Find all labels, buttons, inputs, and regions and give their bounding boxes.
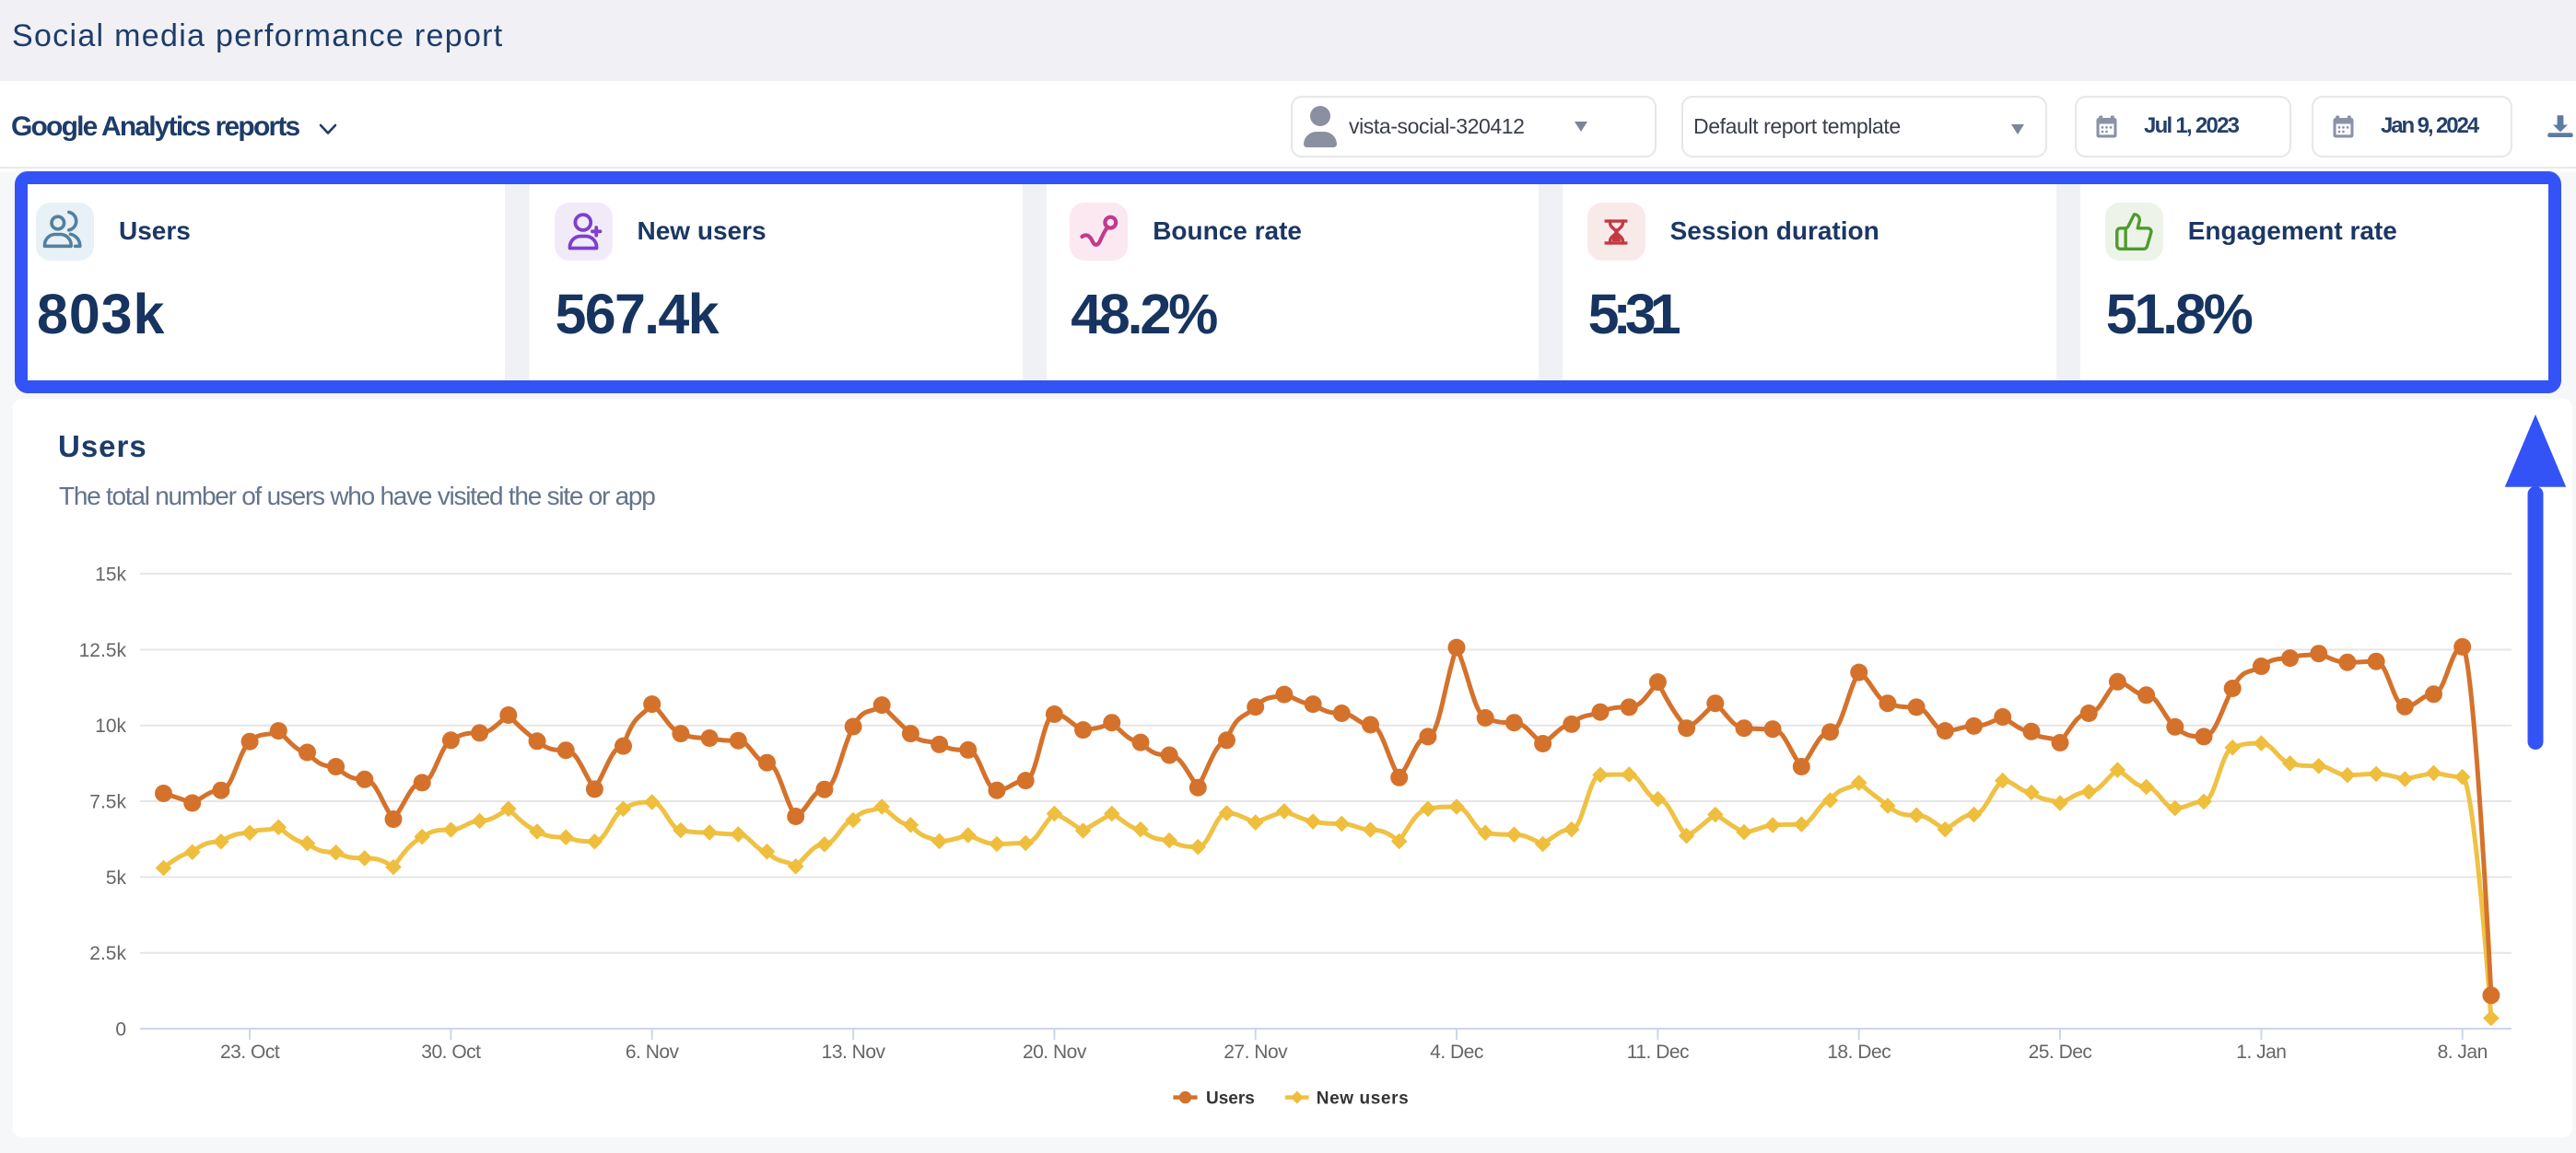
svg-text:27. Nov: 27. Nov bbox=[1224, 1042, 1288, 1063]
svg-text:20. Nov: 20. Nov bbox=[1023, 1042, 1087, 1063]
svg-text:1. Jan: 1. Jan bbox=[2236, 1042, 2286, 1063]
svg-text:23. Oct: 23. Oct bbox=[220, 1042, 280, 1063]
svg-text:12.5k: 12.5k bbox=[79, 640, 127, 661]
svg-text:10k: 10k bbox=[95, 716, 126, 737]
svg-text:13. Nov: 13. Nov bbox=[822, 1042, 886, 1063]
svg-text:18. Dec: 18. Dec bbox=[1827, 1042, 1891, 1063]
svg-text:7.5k: 7.5k bbox=[89, 792, 126, 813]
svg-text:Users: Users bbox=[1206, 1089, 1255, 1109]
svg-text:30. Oct: 30. Oct bbox=[421, 1042, 481, 1063]
svg-text:2.5k: 2.5k bbox=[89, 943, 126, 964]
svg-text:8. Jan: 8. Jan bbox=[2438, 1042, 2488, 1063]
svg-text:15k: 15k bbox=[95, 565, 126, 586]
svg-text:0: 0 bbox=[115, 1019, 126, 1041]
svg-text:5k: 5k bbox=[106, 868, 127, 889]
svg-text:6. Nov: 6. Nov bbox=[626, 1042, 680, 1063]
svg-text:11. Dec: 11. Dec bbox=[1627, 1042, 1689, 1063]
svg-text:New users: New users bbox=[1317, 1089, 1409, 1109]
svg-text:25. Dec: 25. Dec bbox=[2029, 1042, 2092, 1063]
svg-text:4. Dec: 4. Dec bbox=[1430, 1042, 1483, 1063]
